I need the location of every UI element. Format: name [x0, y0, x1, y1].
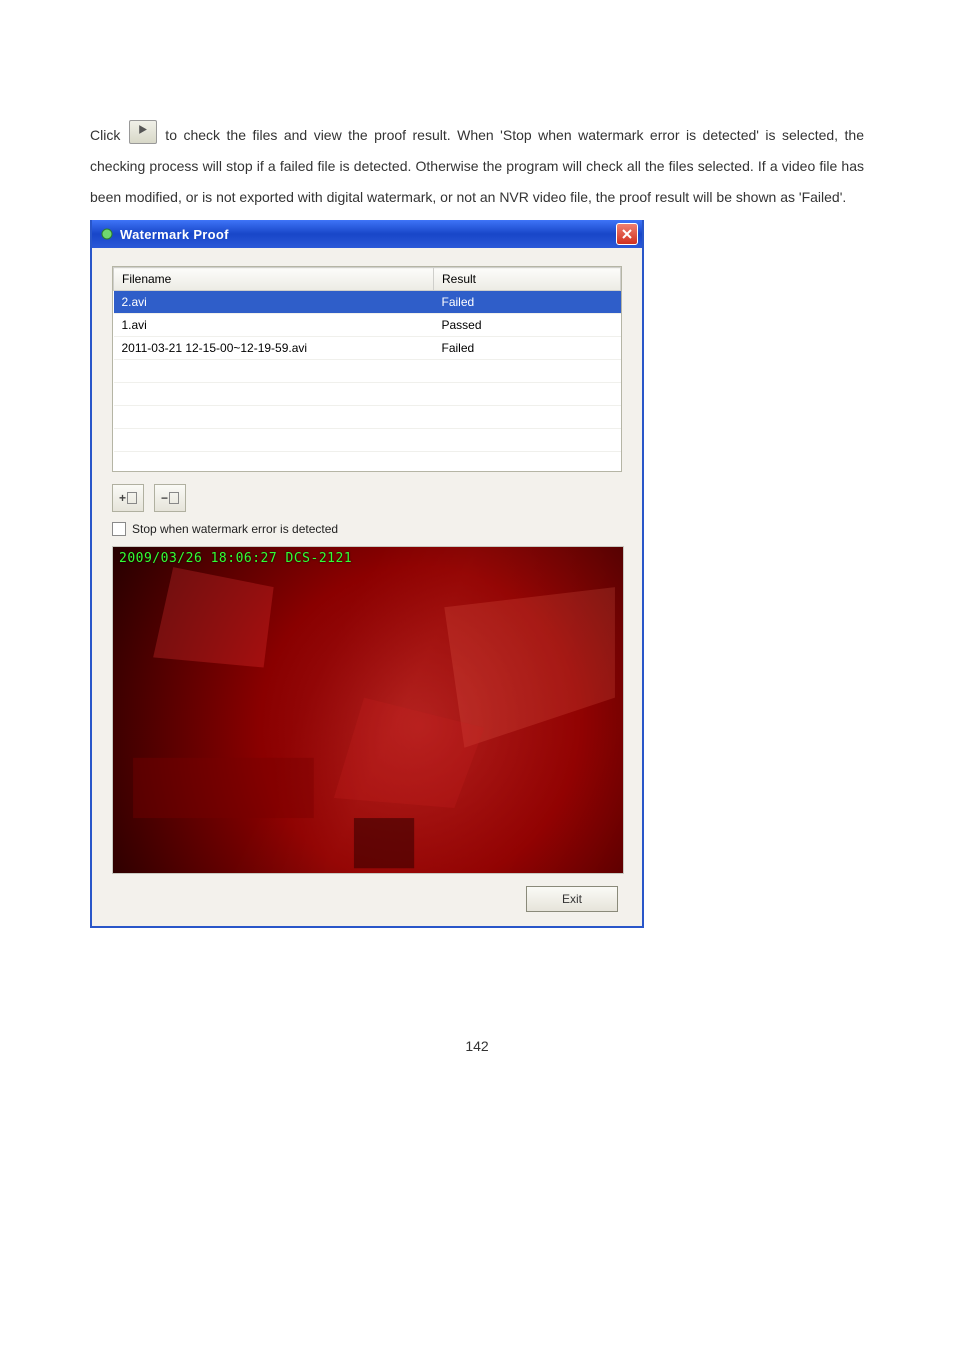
table-row[interactable]: 2.avi Failed [114, 291, 621, 314]
cell-result: Failed [434, 291, 621, 314]
play-icon [129, 120, 157, 144]
col-result[interactable]: Result [434, 268, 621, 291]
cell-filename: 1.avi [114, 314, 434, 337]
preview-timestamp: 2009/03/26 18:06:27 DCS-2121 [119, 551, 352, 566]
exit-label: Exit [562, 892, 582, 906]
table-row [114, 383, 621, 406]
stop-on-error-label: Stop when watermark error is detected [132, 522, 338, 536]
page-number: 142 [90, 1038, 864, 1054]
preview-pane: 2009/03/26 18:06:27 DCS-2121 [112, 546, 624, 874]
table-row[interactable]: 2011-03-21 12-15-00~12-19-59.avi Failed [114, 337, 621, 360]
table-row [114, 452, 621, 473]
cell-filename: 2.avi [114, 291, 434, 314]
cell-result: Failed [434, 337, 621, 360]
minus-icon: − [161, 491, 168, 505]
table-row [114, 406, 621, 429]
para-post: to check the files and view the proof re… [90, 127, 864, 205]
titlebar: Watermark Proof [92, 220, 642, 248]
window-title: Watermark Proof [120, 227, 610, 242]
table-row[interactable]: 1.avi Passed [114, 314, 621, 337]
plus-icon: + [119, 491, 126, 505]
col-filename[interactable]: Filename [114, 268, 434, 291]
results-table: Filename Result 2.avi Failed 1.avi Passe… [112, 266, 622, 472]
cell-result: Passed [434, 314, 621, 337]
app-icon [100, 227, 114, 241]
close-button[interactable] [616, 223, 638, 245]
add-file-button[interactable]: + [112, 484, 144, 512]
remove-file-button[interactable]: − [154, 484, 186, 512]
cell-filename: 2011-03-21 12-15-00~12-19-59.avi [114, 337, 434, 360]
para-pre: Click [90, 127, 127, 143]
stop-on-error-checkbox[interactable] [112, 522, 126, 536]
watermark-proof-window: Watermark Proof Filename Result 2.av [90, 220, 644, 928]
exit-button[interactable]: Exit [526, 886, 618, 912]
table-row [114, 360, 621, 383]
table-row [114, 429, 621, 452]
